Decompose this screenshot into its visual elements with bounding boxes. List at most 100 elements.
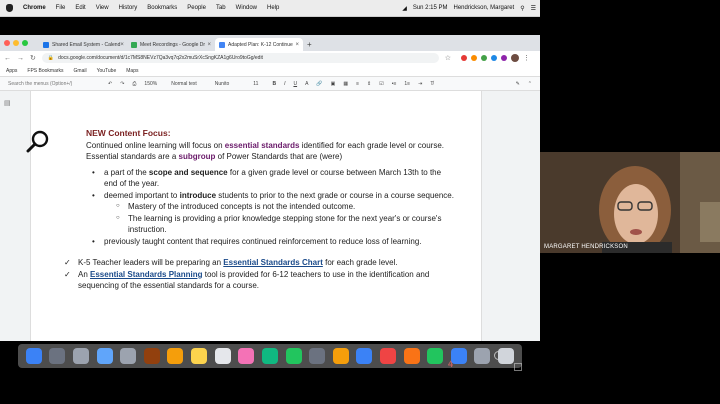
close-window-icon[interactable] — [4, 40, 10, 46]
dock-app-icon[interactable] — [474, 348, 491, 364]
extension-icon[interactable] — [471, 55, 477, 61]
extension-icon[interactable] — [501, 55, 507, 61]
forward-icon[interactable]: → — [17, 55, 24, 62]
menu-help[interactable]: Help — [267, 5, 279, 11]
dock-app-icon[interactable] — [356, 348, 373, 364]
menubar-user[interactable]: Hendrickson, Margaret — [454, 5, 515, 11]
tab-shared-email[interactable]: Shared Email System - Calend × — [39, 38, 127, 51]
image-icon[interactable]: ▦ — [343, 81, 348, 87]
collapse-icon[interactable]: ⌃ — [528, 81, 532, 87]
list-icon[interactable]: ☰ — [531, 5, 536, 12]
bookmark-gmail[interactable]: Gmail — [74, 68, 87, 74]
new-tab-icon[interactable]: + — [303, 40, 316, 49]
menu-view[interactable]: View — [96, 5, 109, 11]
menu-app-name[interactable]: Chrome — [23, 5, 46, 11]
font-size-select[interactable]: 11 — [253, 81, 258, 87]
zoom-window-icon[interactable] — [22, 40, 28, 46]
dock-app-icon[interactable] — [214, 348, 231, 364]
search-icon[interactable]: ⚲ — [520, 5, 524, 12]
dock-app-icon[interactable] — [191, 348, 208, 364]
tab-adapted-plan[interactable]: Adapted Plan: K-12 Continue × — [215, 38, 303, 51]
dock-app-icon[interactable] — [427, 348, 444, 364]
bold-icon[interactable]: B — [272, 81, 276, 87]
dock-app-icon[interactable] — [261, 348, 278, 364]
extension-icon[interactable] — [481, 55, 487, 61]
clear-format-icon[interactable]: T̸ — [430, 81, 433, 87]
star-icon[interactable]: ☆ — [445, 54, 451, 62]
italic-icon[interactable]: I — [284, 81, 285, 87]
text-run: Essential standards are a — [86, 152, 179, 161]
align-icon[interactable]: ≡ — [356, 81, 359, 87]
menubar-clock[interactable]: Sun 2:15 PM — [413, 5, 448, 11]
text-run: essential standards — [224, 140, 300, 150]
redo-icon[interactable]: ↷ — [120, 81, 124, 87]
essential-standards-chart-link[interactable]: Essential Standards Chart — [223, 258, 323, 267]
apple-icon[interactable] — [6, 4, 13, 12]
essential-standards-planning-link[interactable]: Essential Standards Planning — [90, 270, 202, 279]
desktop: Chrome File Edit View History Bookmarks … — [0, 0, 540, 404]
document-content[interactable]: NEW Content Focus: Continued online lear… — [56, 128, 456, 292]
menu-file[interactable]: File — [56, 5, 66, 11]
outline-icon[interactable]: ▤ — [4, 99, 11, 107]
dock-app-icon[interactable] — [143, 348, 160, 364]
close-icon[interactable]: × — [207, 42, 211, 48]
dock-app-icon[interactable] — [49, 348, 66, 364]
close-icon[interactable]: × — [120, 42, 124, 48]
more-icon[interactable]: ⋮ — [523, 54, 530, 62]
menu-bookmarks[interactable]: Bookmarks — [147, 5, 177, 11]
dock-app-icon[interactable] — [238, 348, 255, 364]
dock-app-icon[interactable] — [120, 348, 137, 364]
font-select[interactable]: Nunito — [215, 81, 229, 87]
bookmark-apps[interactable]: Apps — [6, 68, 17, 74]
zoom-select[interactable]: 150% — [144, 81, 157, 87]
underline-icon[interactable]: U — [293, 81, 297, 87]
back-icon[interactable]: ← — [4, 55, 11, 62]
numbered-list-icon[interactable]: 1≡ — [404, 81, 410, 87]
editing-mode-icon[interactable]: ✎ — [516, 81, 520, 87]
minimize-window-icon[interactable] — [13, 40, 19, 46]
profile-avatar[interactable] — [511, 54, 519, 62]
extension-icon[interactable] — [491, 55, 497, 61]
bookmark-fps[interactable]: FPS Bookmarks — [27, 68, 63, 74]
dock-app-icon[interactable] — [73, 348, 90, 364]
dock-app-icon[interactable] — [497, 348, 514, 364]
dock-app-icon[interactable] — [285, 348, 302, 364]
tab-meet-recordings[interactable]: Meet Recordings - Google Dr × — [127, 38, 215, 51]
checklist-icon[interactable]: ☑ — [379, 81, 383, 87]
tab-label: Adapted Plan: K-12 Continue — [228, 41, 293, 48]
text-run: deemed important to — [104, 190, 180, 200]
menu-people[interactable]: People — [187, 5, 206, 11]
dock-app-icon[interactable] — [379, 348, 396, 364]
menu-edit[interactable]: Edit — [75, 5, 85, 11]
dock-app-icon[interactable] — [96, 348, 113, 364]
style-select[interactable]: Normal text — [171, 81, 197, 87]
line-spacing-icon[interactable]: ⇕ — [367, 81, 371, 87]
reload-icon[interactable]: ↻ — [30, 54, 36, 62]
indent-icon[interactable]: ⇥ — [418, 81, 422, 87]
search-menus-field[interactable]: Search the menus (Option+/) — [8, 81, 108, 87]
menu-tab[interactable]: Tab — [216, 5, 226, 11]
bullet-list-icon[interactable]: •≡ — [392, 81, 397, 87]
undo-icon[interactable]: ↶ — [108, 81, 112, 87]
bookmark-maps[interactable]: Maps — [126, 68, 138, 74]
wifi-icon[interactable]: ◢ — [402, 5, 407, 12]
close-icon[interactable]: × — [295, 42, 299, 48]
dock-app-icon[interactable] — [403, 348, 420, 364]
url-field[interactable]: 🔒 docs.google.com/document/d/1c7MS8NEVz7… — [41, 53, 439, 63]
dock-app-icon[interactable] — [25, 348, 42, 364]
bookmark-youtube[interactable]: YouTube — [97, 68, 117, 74]
dock-app-icon[interactable] — [332, 348, 349, 364]
extension-icon[interactable] — [461, 55, 467, 61]
print-icon[interactable]: ⎙ — [132, 81, 136, 87]
text-color-icon[interactable]: A — [305, 81, 308, 87]
dock-app-icon[interactable] — [450, 348, 467, 364]
dock-app-icon[interactable] — [167, 348, 184, 364]
mac-dock — [18, 344, 522, 368]
menu-history[interactable]: History — [119, 5, 138, 11]
dock-app-icon[interactable] — [309, 348, 326, 364]
docs-favicon-icon — [219, 41, 225, 48]
comment-icon[interactable]: ▣ — [331, 81, 336, 87]
menu-window[interactable]: Window — [236, 5, 257, 11]
link-icon[interactable]: 🔗 — [316, 81, 322, 87]
scrollbar[interactable] — [532, 91, 540, 341]
